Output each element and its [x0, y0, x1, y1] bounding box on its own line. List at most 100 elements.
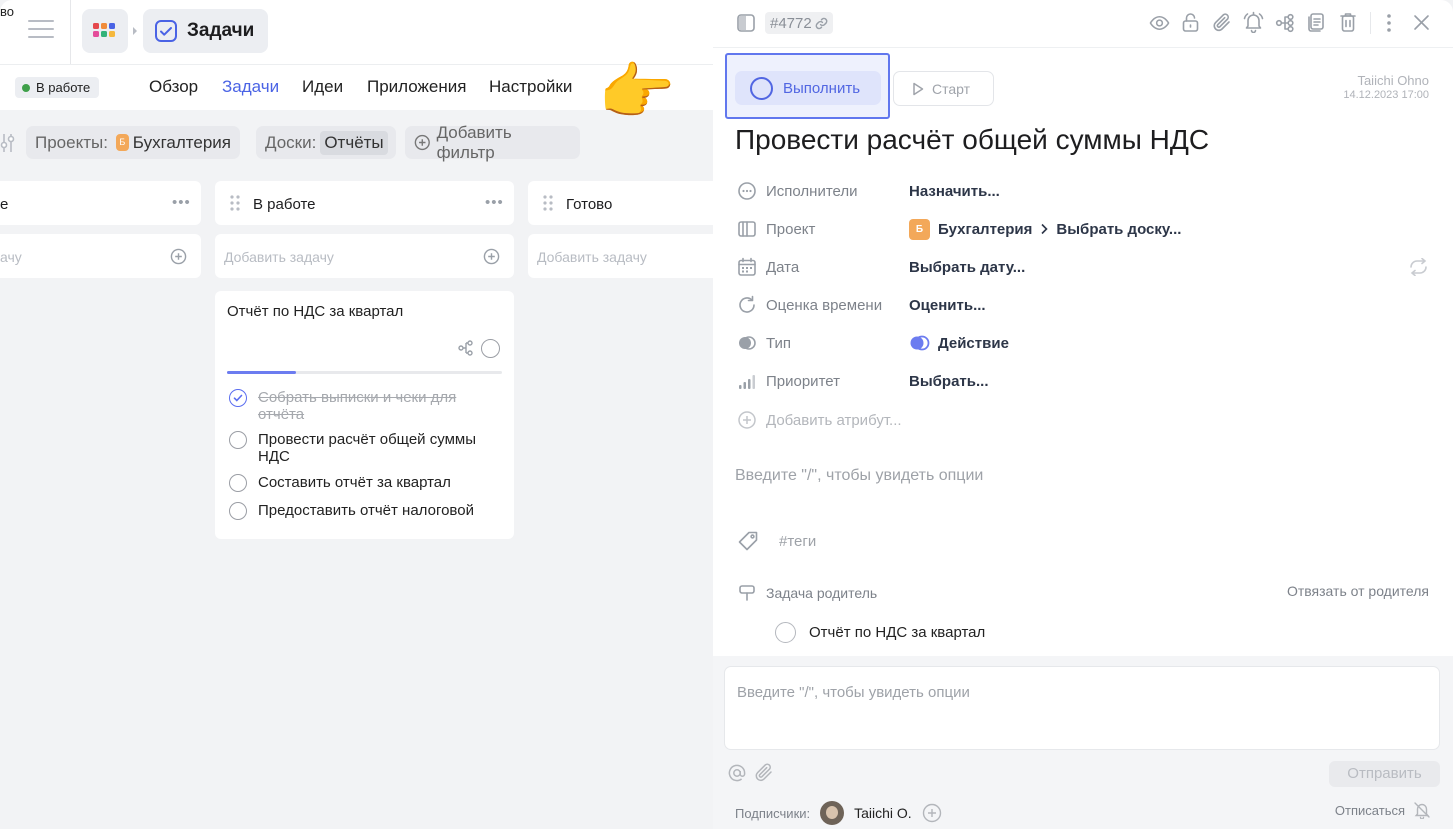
- assignee-icon: [738, 182, 756, 200]
- subtask-item[interactable]: Провести расчёт общей суммы НДС: [229, 431, 498, 465]
- pointing-hand-icon: 👉: [598, 58, 676, 127]
- tab-overview[interactable]: Обзор: [149, 77, 198, 97]
- more-icon[interactable]: •••: [172, 194, 191, 211]
- tab-apps[interactable]: Приложения: [367, 77, 466, 97]
- action-type-icon: [910, 335, 930, 351]
- tag-icon: [738, 531, 758, 551]
- trash-icon[interactable]: [1339, 11, 1357, 33]
- filter-boards-value: Отчёты: [320, 130, 388, 155]
- prop-assignees[interactable]: Исполнители Назначить...: [737, 181, 1000, 201]
- subtask-item[interactable]: Предоставить отчёт налоговой: [229, 502, 474, 520]
- column-title: е: [0, 196, 9, 213]
- repeat-icon[interactable]: [1408, 258, 1429, 276]
- subtasks-icon[interactable]: [1275, 13, 1295, 33]
- tab-settings[interactable]: Настройки: [489, 77, 572, 97]
- type-icon: [739, 336, 756, 350]
- prop-priority[interactable]: Приоритет Выбрать...: [737, 371, 988, 391]
- prop-type[interactable]: Тип Действие: [737, 333, 1009, 353]
- filter-settings-icon[interactable]: [0, 132, 16, 154]
- tags-field[interactable]: #теги: [737, 530, 816, 552]
- column-title: В работе: [253, 196, 316, 213]
- description-editor[interactable]: Введите "/", чтобы увидеть опции: [735, 467, 983, 485]
- project-badge: Б: [115, 134, 129, 151]
- parent-task-checkbox[interactable]: [775, 622, 796, 643]
- filter-boards-label: Доски:: [265, 132, 317, 152]
- parent-label: Задача родитель: [766, 585, 878, 601]
- created-date: 14.12.2023 17:00: [1343, 89, 1429, 101]
- parent-icon: [739, 585, 755, 601]
- copy-icon[interactable]: [1306, 12, 1326, 33]
- prop-estimate[interactable]: Оценка времени Оценить...: [737, 295, 986, 315]
- chevron-right-icon: [133, 27, 137, 35]
- add-filter-button[interactable]: Добавить фильтр: [405, 123, 580, 162]
- paperclip-icon[interactable]: [754, 762, 775, 783]
- prop-label: Приоритет: [766, 372, 840, 390]
- paperclip-icon[interactable]: [1212, 12, 1233, 33]
- mention-icon[interactable]: [727, 763, 747, 783]
- select-board[interactable]: Выбрать доску...: [1056, 221, 1181, 238]
- subtask-checkbox[interactable]: [229, 502, 247, 520]
- divider: [70, 0, 71, 64]
- add-task-placeholder: Добавить задачу: [537, 249, 647, 265]
- plus-circle-icon: [414, 134, 430, 151]
- plus-circle-icon[interactable]: [170, 248, 187, 265]
- bell-icon[interactable]: [1243, 11, 1264, 33]
- unlink-parent-link[interactable]: Отвязать от родителя: [1287, 583, 1429, 603]
- add-attribute-button[interactable]: Добавить атрибут...: [737, 410, 902, 430]
- subtask-item[interactable]: Составить отчёт за квартал: [229, 474, 451, 492]
- subtask-item[interactable]: Собрать выписки и чеки для отчёта: [229, 389, 473, 423]
- add-task-placeholder: Добавить задачу: [224, 249, 334, 265]
- filter-boards[interactable]: Доски: Отчёты: [256, 126, 396, 159]
- unsubscribe-label: Отписаться: [1334, 802, 1405, 818]
- start-button[interactable]: Старт: [893, 71, 994, 106]
- progress-fill: [227, 371, 296, 374]
- start-label: Старт: [932, 80, 971, 97]
- comment-input[interactable]: [724, 666, 1440, 750]
- prop-value: Бухгалтерия: [938, 220, 1033, 238]
- unsubscribe-button[interactable]: Отписаться: [1335, 801, 1431, 819]
- task-title[interactable]: Провести расчёт общей суммы НДС: [735, 124, 1209, 156]
- drag-handle-icon[interactable]: [543, 195, 553, 211]
- prop-label: Исполнители: [766, 182, 858, 200]
- project-badge: Б: [909, 218, 930, 240]
- prop-label: Проект: [766, 220, 816, 238]
- close-icon[interactable]: [1413, 14, 1430, 31]
- task-id-chip[interactable]: #4772: [765, 12, 833, 34]
- drag-handle-icon[interactable]: [230, 195, 240, 211]
- prop-project[interactable]: Проект Б Бухгалтерия Выбрать доску...: [737, 218, 1181, 240]
- lock-icon[interactable]: [1181, 12, 1200, 33]
- complete-button[interactable]: Выполнить: [735, 71, 881, 105]
- add-attribute-label: Добавить атрибут...: [766, 411, 902, 429]
- filter-projects[interactable]: Проекты: Б Бухгалтерия: [26, 126, 240, 159]
- prop-value: Действие: [938, 334, 1009, 352]
- card-complete-checkbox[interactable]: [481, 339, 500, 358]
- subtask-checkbox[interactable]: [229, 431, 247, 449]
- status-badge[interactable]: В работе: [15, 77, 100, 98]
- more-icon[interactable]: •••: [485, 194, 504, 211]
- app-title-button[interactable]: Задачи: [143, 9, 268, 53]
- subtask-label: Составить отчёт за квартал: [258, 474, 451, 491]
- tab-tasks[interactable]: Задачи: [222, 77, 279, 97]
- subtask-checked-icon: [229, 389, 247, 407]
- prop-date[interactable]: Дата Выбрать дату...: [737, 257, 1025, 277]
- tags-placeholder: #теги: [779, 532, 817, 550]
- subtask-checkbox[interactable]: [229, 474, 247, 492]
- send-button[interactable]: Отправить: [1329, 761, 1440, 787]
- tab-ideas[interactable]: Идеи: [302, 77, 343, 97]
- apps-button[interactable]: [82, 9, 128, 53]
- avatar[interactable]: [820, 801, 845, 825]
- plus-circle-icon[interactable]: [483, 248, 500, 265]
- add-subscriber-icon[interactable]: [922, 803, 942, 823]
- parent-task-item[interactable]: Отчёт по НДС за квартал: [775, 622, 985, 643]
- comment-placeholder: Введите "/", чтобы увидеть опции: [737, 684, 970, 701]
- divider: [1370, 12, 1371, 34]
- column-title: Готово: [566, 196, 613, 213]
- menu-icon[interactable]: [28, 20, 54, 42]
- more-vertical-icon[interactable]: [1382, 12, 1396, 34]
- subtask-label: Предоставить отчёт налоговой: [258, 502, 474, 519]
- subtask-label: Собрать выписки и чеки для отчёта: [258, 389, 457, 423]
- eye-icon[interactable]: [1149, 13, 1170, 33]
- task-id: #4772: [770, 14, 812, 32]
- subscriber-name[interactable]: Taiichi O.: [854, 805, 912, 821]
- sidebar-toggle-icon[interactable]: [736, 13, 756, 33]
